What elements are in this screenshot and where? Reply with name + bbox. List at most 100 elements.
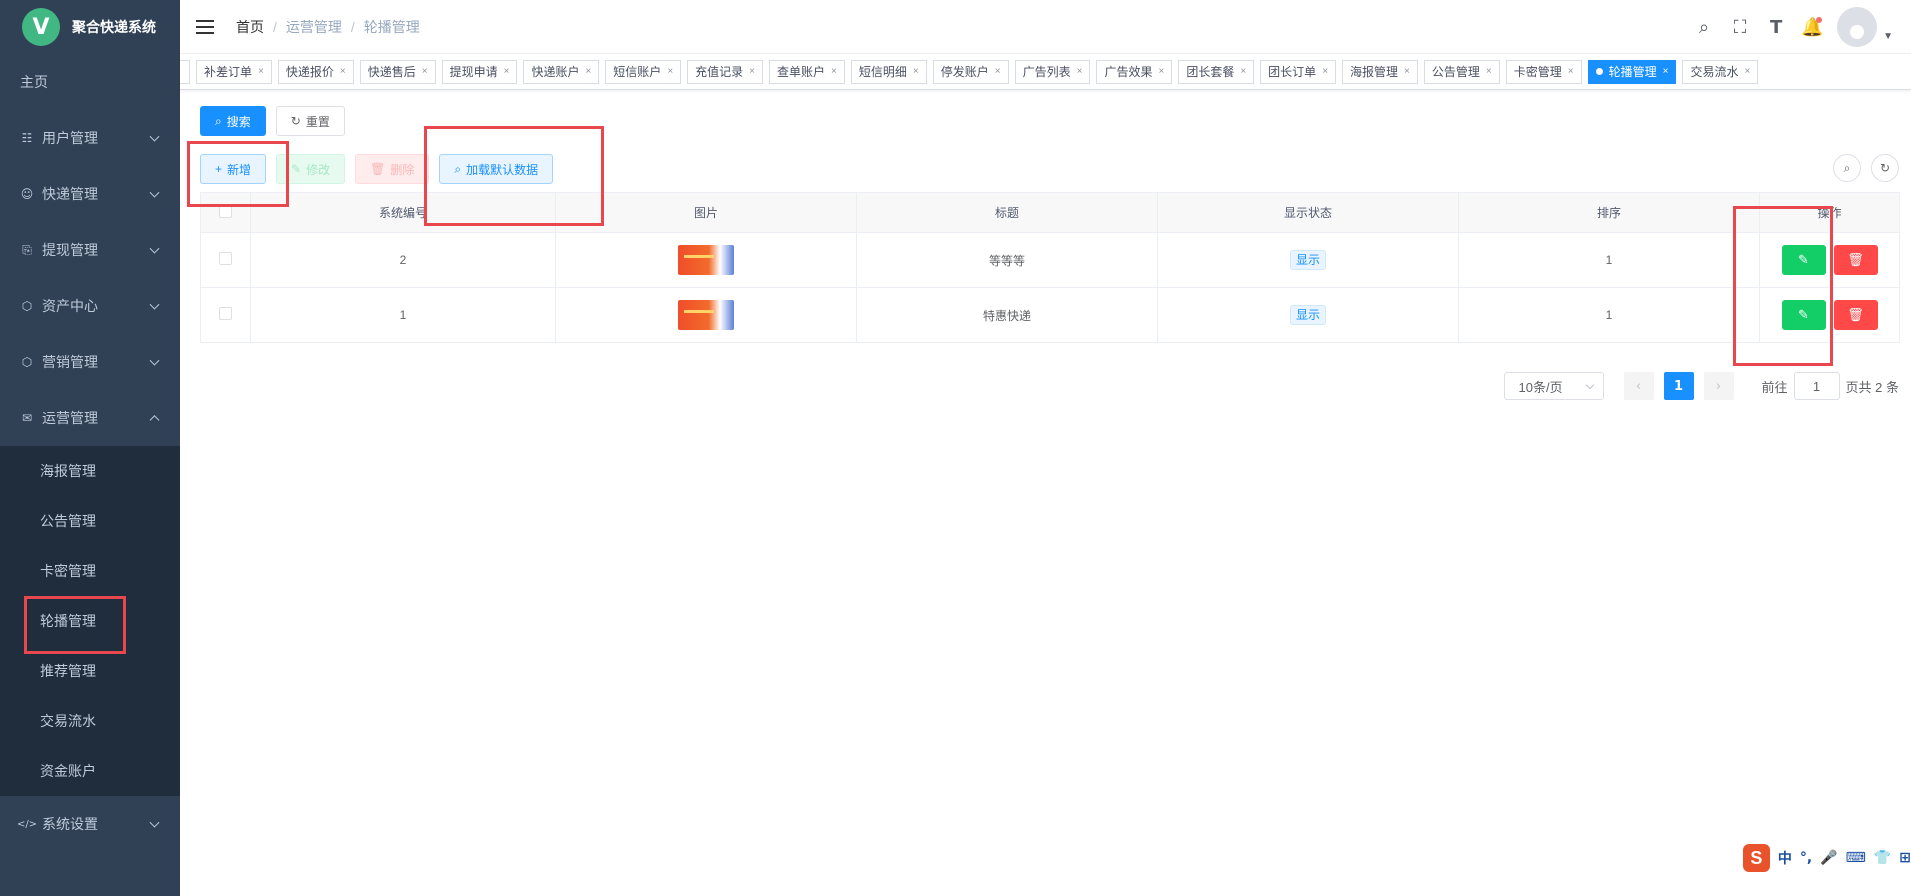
search-icon[interactable]: ⌕ — [1693, 17, 1715, 38]
sidebar-subitem-poster[interactable]: 海报管理 — [0, 446, 180, 496]
close-icon[interactable]: × — [1240, 66, 1246, 77]
close-icon[interactable]: × — [749, 66, 755, 77]
tag-view-item[interactable]: 充值记录 × — [687, 59, 764, 84]
row-edit-button[interactable]: ✎ — [1781, 300, 1826, 330]
skin-icon[interactable]: 👕 — [1874, 850, 1891, 866]
tag-view-item[interactable]: 短信账户 × — [605, 59, 682, 84]
close-icon[interactable]: × — [340, 66, 346, 77]
select-all-checkbox[interactable] — [219, 204, 232, 218]
page-size-select[interactable]: 10条/页 — [1503, 372, 1604, 400]
edit-button[interactable]: ✎ 修改 — [276, 154, 346, 184]
close-icon[interactable]: × — [1158, 66, 1164, 77]
bell-icon[interactable]: 🔔 — [1801, 16, 1824, 38]
tag-view-item[interactable]: 广告效果 × — [1096, 59, 1173, 84]
tag-view-item[interactable]: 快递报价 × — [277, 59, 354, 84]
tag-view-item[interactable]: 卡密管理 × — [1505, 59, 1582, 84]
close-icon[interactable]: × — [1663, 66, 1669, 77]
sidebar-item-assets[interactable]: ⬡ 资产中心 — [0, 278, 180, 334]
row-checkbox[interactable] — [219, 307, 232, 320]
delete-button[interactable]: 🗑 删除 — [355, 154, 430, 184]
load-default-button[interactable]: ⌕ 加载默认数据 — [439, 154, 554, 184]
logo[interactable]: V 聚合快递系统 — [0, 0, 180, 54]
tag-view-item[interactable]: 海报管理 × — [1342, 59, 1418, 84]
tag-view-item[interactable]: 快递账户 × — [523, 59, 600, 84]
table-row[interactable]: 1 特惠快递 显示 1 ✎ 🗑 — [200, 287, 1900, 343]
breadcrumb-home[interactable]: 首页 — [236, 17, 264, 37]
close-icon[interactable]: × — [1404, 66, 1410, 77]
goto-page-input[interactable]: 1 — [1793, 372, 1840, 400]
row-delete-button[interactable]: 🗑 — [1833, 245, 1878, 275]
close-icon[interactable]: × — [913, 66, 919, 77]
main-area: 首页 / 运营管理 / 轮播管理 ⌕ ⛶ T 🔔 ▼ 补差订单 × 快递报价 × 快递售… — [180, 0, 1911, 896]
grid-icon[interactable]: ⊞ — [1899, 850, 1911, 866]
sidebar-subitem-carousel[interactable]: 轮播管理 — [0, 596, 180, 646]
fullscreen-icon[interactable]: ⛶ — [1729, 17, 1751, 38]
sidebar-item-label: 运营管理 — [42, 410, 98, 426]
font-size-icon[interactable]: T — [1765, 17, 1787, 38]
close-icon[interactable]: × — [831, 66, 837, 77]
tag-view-item[interactable]: 团长订单 × — [1260, 59, 1337, 84]
next-page-button[interactable]: › — [1703, 372, 1734, 400]
sidebar-item-users[interactable]: ☷ 用户管理 — [0, 110, 180, 166]
row-edit-button[interactable]: ✎ — [1781, 245, 1826, 275]
table-row[interactable]: 2 等等等 显示 1 ✎ 🗑 — [200, 232, 1900, 288]
refresh-icon[interactable]: ↻ — [1871, 154, 1899, 182]
close-icon[interactable]: × — [1077, 66, 1083, 77]
sidebar-subitem-recommend[interactable]: 推荐管理 — [0, 646, 180, 696]
page-number[interactable]: 1 — [1663, 372, 1694, 400]
sidebar-item-label: 资产中心 — [42, 298, 98, 314]
ime-chinese-icon[interactable]: 中 — [1778, 848, 1792, 868]
caret-down-icon[interactable]: ▼ — [1883, 31, 1893, 42]
row-checkbox[interactable] — [219, 252, 232, 265]
add-button[interactable]: + 新增 — [200, 154, 267, 184]
tag-view-item[interactable]: 交易流水 × — [1682, 59, 1759, 84]
keyboard-icon[interactable]: ⌨ — [1846, 850, 1866, 866]
sidebar-item-settings[interactable]: </> 系统设置 — [0, 796, 180, 852]
tag-view-item[interactable]: 轮播管理 × — [1587, 59, 1677, 84]
prev-page-button[interactable]: ‹ — [1623, 372, 1654, 400]
tag-view-item[interactable]: 提现申请 × — [441, 59, 518, 84]
sidebar-subitem-notice[interactable]: 公告管理 — [0, 496, 180, 546]
close-icon[interactable]: × — [995, 66, 1001, 77]
close-icon[interactable]: × — [585, 66, 591, 77]
sidebar-item-express[interactable]: ☺ 快递管理 — [0, 166, 180, 222]
sidebar-item-marketing[interactable]: ⬡ 营销管理 — [0, 334, 180, 390]
tag-label: 广告效果 — [1104, 65, 1153, 79]
reset-button[interactable]: ↻ 重置 — [275, 106, 345, 136]
toggle-search-icon[interactable]: ⌕ — [1833, 154, 1861, 182]
close-icon[interactable]: × — [1568, 66, 1574, 77]
close-icon[interactable]: × — [422, 66, 428, 77]
tag-view-item[interactable]: 团长套餐 × — [1178, 59, 1255, 84]
close-icon[interactable]: × — [667, 66, 673, 77]
tag-view-item[interactable]: 快递售后 × — [359, 59, 436, 84]
sidebar-item-operations[interactable]: ✉ 运营管理 — [0, 390, 180, 446]
search-button[interactable]: ⌕ 搜索 — [200, 106, 266, 136]
tag-view-item[interactable]: 查单账户 × — [769, 59, 845, 84]
row-delete-button[interactable]: 🗑 — [1833, 300, 1878, 330]
tag-view-item[interactable]: 补差订单 × — [196, 59, 272, 84]
sidebar-subitem-transactions[interactable]: 交易流水 — [0, 696, 180, 746]
hamburger-icon[interactable] — [196, 19, 214, 34]
status-badge: 显示 — [1289, 250, 1326, 270]
sidebar-item-home[interactable]: 主页 — [0, 54, 180, 110]
ime-punctuation-icon[interactable]: °, — [1800, 850, 1812, 866]
close-icon[interactable]: × — [1744, 66, 1750, 77]
close-icon[interactable]: × — [1322, 66, 1328, 77]
sidebar-subitem-card[interactable]: 卡密管理 — [0, 546, 180, 596]
ime-logo-icon[interactable]: S — [1743, 844, 1770, 872]
banner-thumbnail[interactable] — [678, 300, 734, 330]
microphone-icon[interactable]: 🎤 — [1820, 850, 1837, 866]
banner-thumbnail[interactable] — [678, 245, 734, 275]
tag-view-item[interactable]: 短信明细 × — [850, 59, 927, 84]
tag-view-item[interactable]: 公告管理 × — [1423, 59, 1500, 84]
tag-view-item[interactable]: 广告列表 × — [1014, 59, 1091, 84]
refresh-icon: ↻ — [290, 114, 301, 128]
close-icon[interactable]: × — [1486, 66, 1492, 77]
tag-view-item[interactable]: 停发账户 × — [932, 59, 1009, 84]
sidebar-subitem-funds[interactable]: 资金账户 — [0, 746, 180, 796]
avatar[interactable] — [1837, 7, 1878, 47]
close-icon[interactable]: × — [504, 66, 510, 77]
sidebar-item-withdraw[interactable]: ⎘ 提现管理 — [0, 222, 180, 278]
page-jumper: 前往 1 页 共 2 条 — [1762, 372, 1899, 400]
close-icon[interactable]: × — [258, 66, 264, 77]
